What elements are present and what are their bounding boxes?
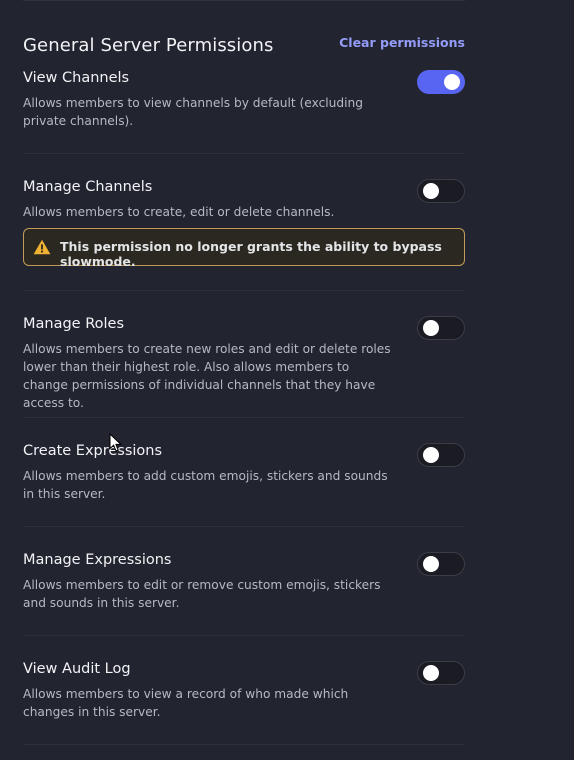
toggle-knob bbox=[423, 556, 439, 572]
warning-triangle-icon bbox=[33, 239, 51, 255]
toggle-knob bbox=[423, 447, 439, 463]
mouse-pointer-icon bbox=[109, 433, 123, 452]
warning-banner: This permission no longer grants the abi… bbox=[23, 228, 465, 269]
permission-manage-channels: Manage Channels Allows members to create… bbox=[23, 179, 465, 219]
permission-title: Manage Roles bbox=[23, 316, 125, 332]
divider bbox=[23, 153, 465, 154]
permission-description: Allows members to create new roles and e… bbox=[23, 342, 391, 410]
permission-title: View Channels bbox=[23, 70, 130, 86]
top-divider bbox=[23, 0, 465, 1]
toggle-knob bbox=[423, 320, 439, 336]
permission-title: Manage Channels bbox=[23, 179, 153, 195]
toggle-knob bbox=[423, 665, 439, 681]
permission-create-expressions: Create Expressions Allows members to add… bbox=[23, 443, 465, 503]
permission-title: Manage Expressions bbox=[23, 552, 172, 568]
permission-manage-roles: Manage Roles Allows members to create ne… bbox=[23, 316, 465, 410]
toggle-knob bbox=[423, 183, 439, 199]
section-title: General Server Permissions bbox=[23, 35, 274, 56]
divider bbox=[23, 635, 465, 636]
permission-view-channels: View Channels Allows members to view cha… bbox=[23, 70, 465, 130]
permission-description: Allows members to view channels by defau… bbox=[23, 96, 363, 128]
warning-text: This permission no longer grants the abi… bbox=[60, 239, 442, 269]
permission-manage-expressions: Manage Expressions Allows members to edi… bbox=[23, 552, 465, 612]
permission-description: Allows members to edit or remove custom … bbox=[23, 578, 381, 610]
permission-view-audit-log: View Audit Log Allows members to view a … bbox=[23, 661, 465, 721]
permission-description: Allows members to view a record of who m… bbox=[23, 687, 349, 719]
view-audit-log-toggle[interactable] bbox=[417, 661, 465, 685]
divider bbox=[23, 744, 465, 745]
divider bbox=[23, 290, 465, 291]
permission-title: Create Expressions bbox=[23, 443, 163, 459]
divider bbox=[23, 417, 465, 418]
manage-expressions-toggle[interactable] bbox=[417, 552, 465, 576]
permission-description: Allows members to add custom emojis, sti… bbox=[23, 469, 388, 501]
view-channels-toggle[interactable] bbox=[417, 70, 465, 94]
clear-permissions-link[interactable]: Clear permissions bbox=[339, 35, 465, 50]
toggle-knob bbox=[444, 74, 460, 90]
divider bbox=[23, 526, 465, 527]
permission-title: View Audit Log bbox=[23, 661, 131, 677]
manage-roles-toggle[interactable] bbox=[417, 316, 465, 340]
manage-channels-toggle[interactable] bbox=[417, 179, 465, 203]
section-header: General Server Permissions Clear permiss… bbox=[23, 33, 465, 59]
permission-description: Allows members to create, edit or delete… bbox=[23, 205, 335, 219]
create-expressions-toggle[interactable] bbox=[417, 443, 465, 467]
permissions-panel: General Server Permissions Clear permiss… bbox=[0, 0, 574, 760]
